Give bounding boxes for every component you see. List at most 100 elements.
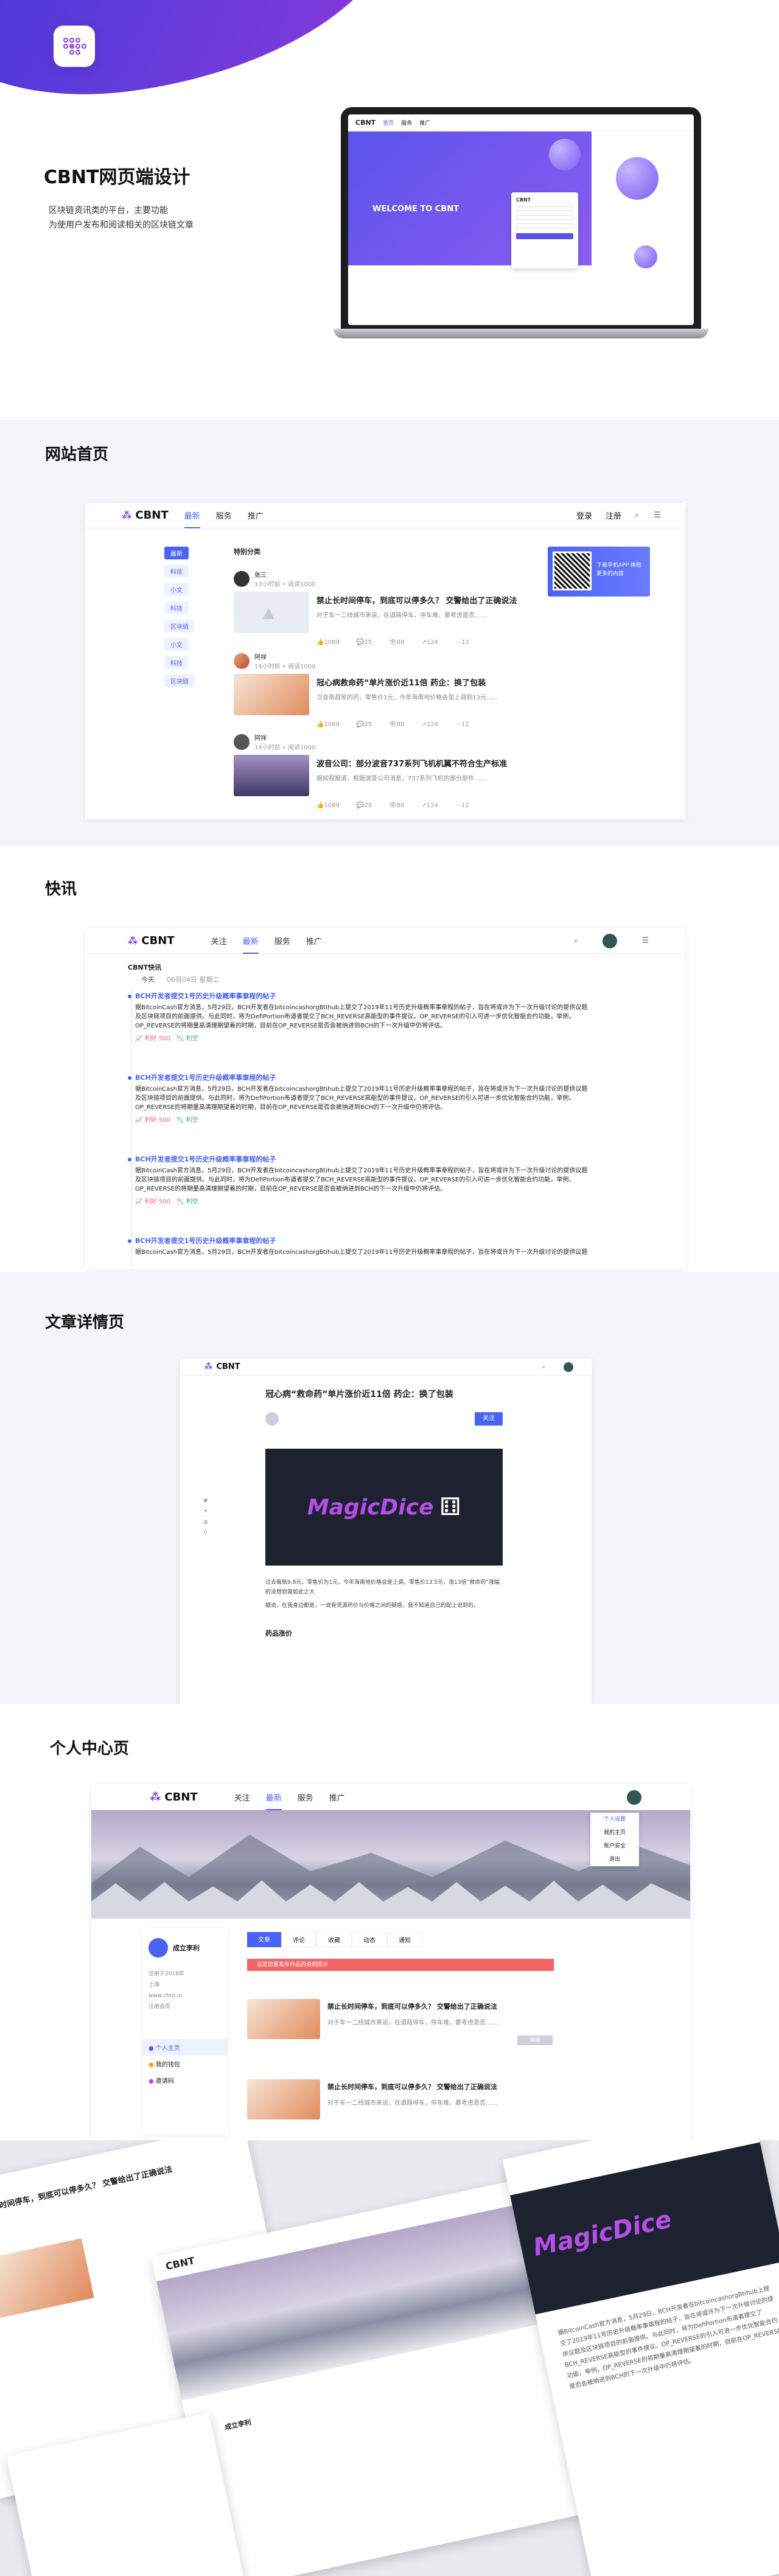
share-count[interactable]: ↗124 [422, 802, 438, 809]
login-field[interactable] [516, 206, 573, 211]
category-tag[interactable]: 科技 [164, 656, 189, 669]
article-card[interactable]: 阿祥 14小时前 • 阅读1000 波音公司：部分波音737系列飞机机翼不符合生产… [234, 733, 538, 809]
share-twitter-icon[interactable]: ✦ [203, 1506, 208, 1517]
login-field[interactable] [516, 223, 573, 228]
article-title[interactable]: 禁止长时间停车，到底可以停多久？ 交警给出了正确说法 [327, 2082, 553, 2091]
timeline-dot [128, 1076, 131, 1080]
news-body: 据BitcoinCash官方消息，5月29日，BCH开发者在bitcoincas… [135, 1086, 588, 1111]
tab-favorites[interactable]: 收藏 [316, 1932, 352, 1947]
article-card[interactable]: 张三 13小时前 • 阅读1000 ▲ 禁止长时间停车，到底可以停多久？ 交警给出… [234, 570, 538, 646]
bearish-button[interactable]: 📉 利空 [176, 1199, 198, 1205]
search-icon[interactable]: ⌕ [542, 1364, 545, 1370]
news-item[interactable]: BCH开发者提交1号历史升级概率事章程的帖子 据BitcoinCash官方消息，… [128, 1236, 590, 1258]
dropdown-item[interactable]: 我的主页 [590, 1826, 639, 1839]
menu-item-home[interactable]: ● 个人主页 [142, 2039, 228, 2056]
news-title[interactable]: BCH开发者提交1号历史升级概率事章程的帖子 [135, 1237, 276, 1245]
login-button[interactable] [516, 233, 573, 239]
share-weibo-icon[interactable]: ◍ [203, 1517, 208, 1528]
news-item[interactable]: BCH开发者提交1号历史升级概率事章程的帖子 据BitcoinCash官方消息，… [128, 1155, 590, 1206]
dropdown-item[interactable]: 个人设置 [590, 1813, 639, 1826]
comment-count[interactable]: 💬25 [357, 721, 372, 728]
like-count[interactable]: 👍1089 [316, 639, 340, 646]
article-title[interactable]: 波音公司：部分波音737系列飞机机翼不符合生产标准 [316, 757, 536, 769]
follow-button[interactable]: 关注 [475, 1412, 503, 1426]
banner-text: MagicDice [307, 1494, 434, 1520]
share-count[interactable]: ↗124 [422, 639, 438, 646]
menu-icon[interactable]: ☰ [641, 936, 649, 945]
like-count[interactable]: 👍1089 [316, 721, 340, 728]
news-title[interactable]: BCH开发者提交1号历史升级概率事章程的帖子 [135, 992, 276, 1000]
nav-item-promo[interactable]: 推广 [306, 935, 322, 947]
nav-item-promo[interactable]: 推广 [248, 509, 264, 521]
nav-item-latest[interactable]: 最新 [184, 509, 200, 528]
category-tag[interactable]: 最新 [164, 547, 189, 559]
laptop-brand: CBNT [355, 119, 376, 127]
brand-mark-icon: ⁂ [122, 509, 132, 521]
nav-item-follow[interactable]: 关注 [211, 935, 227, 947]
more-count[interactable]: ⋯12 [455, 639, 469, 646]
bullish-button[interactable]: 📈 利好 500 [135, 1199, 170, 1205]
article-title[interactable]: 禁止长时间停车，到底可以停多久？ 交警给出了正确说法 [327, 2001, 553, 2011]
menu-icon[interactable]: ☰ [654, 511, 661, 520]
nav-item-service[interactable]: 服务 [298, 1791, 313, 1803]
more-count[interactable]: ⋯12 [455, 802, 469, 809]
nav-item-service[interactable]: 服务 [274, 935, 290, 947]
more-count[interactable]: ⋯12 [455, 721, 469, 728]
share-link-icon[interactable]: ⚲ [203, 1528, 208, 1539]
category-tag[interactable]: 科技 [164, 601, 189, 614]
tab-comments[interactable]: 评论 [281, 1932, 316, 1947]
avatar[interactable] [603, 933, 618, 948]
nav-item-service[interactable]: 服务 [216, 509, 232, 521]
news-item[interactable]: BCH开发者提交1号历史升级概率事章程的帖子 据BitcoinCash官方消息，… [128, 1073, 590, 1125]
laptop-nav-item[interactable]: 服务 [401, 119, 412, 127]
article-card[interactable]: 阿祥 14小时前 • 阅读1000 冠心病救命药“单片涨价近11倍 药企：换了包装… [234, 652, 538, 728]
dropdown-item[interactable]: 账户安全 [590, 1839, 639, 1853]
laptop-nav-item[interactable]: 推广 [419, 119, 430, 127]
article-title: 冠心病“救命药”单片涨价近11倍 药企：换了包装 [265, 1390, 453, 1399]
category-tag[interactable]: 小文 [164, 583, 189, 596]
decor-orb [634, 245, 657, 268]
article-title[interactable]: 禁止长时间停车，到底可以停多久？ 交警给出了正确说法 [316, 594, 536, 606]
category-tag[interactable]: 小文 [164, 638, 189, 651]
bearish-button[interactable]: 📉 利空 [176, 1117, 198, 1124]
login-field[interactable] [516, 215, 573, 220]
avatar[interactable] [627, 1790, 641, 1805]
edit-button[interactable]: 编辑 [517, 2035, 553, 2045]
category-tag[interactable]: 区块链 [164, 674, 195, 687]
category-tag[interactable]: 科技 [164, 565, 189, 578]
category-tag[interactable]: 区块链 [164, 620, 195, 632]
app-download-banner[interactable]: 下载手机APP 体验更多的内容 [548, 547, 650, 597]
search-icon[interactable]: ⌕ [574, 936, 578, 945]
bullish-button[interactable]: 📈 利好 500 [135, 1117, 170, 1124]
tab-activity[interactable]: 动态 [352, 1932, 387, 1947]
news-title[interactable]: BCH开发者提交1号历史升级概率事章程的帖子 [135, 1074, 276, 1082]
bearish-button[interactable]: 📉 利空 [176, 1035, 198, 1042]
tab-articles[interactable]: 文章 [247, 1932, 281, 1947]
share-count[interactable]: ↗124 [422, 721, 438, 728]
article-body: 过去每瓶9.8元，零售价为1元，今年海南地价格会是上调，零售价13.5元，涨13… [265, 1578, 504, 1639]
avatar[interactable] [564, 1362, 573, 1372]
design-showcase-page: CBNT网页端设计 区块链资讯类的平台，主要功能 为使用户发布和阅读相关的区块链… [0, 0, 779, 2576]
home-page-mock: ⁂ CBNT 最新 服务 推广 登录 注册 ⌕ ☰ 最新 科技 小文 科技 区块… [85, 503, 685, 819]
news-body: 据BitcoinCash官方消息，5月29日，BCH开发者在bitcoincas… [135, 1004, 588, 1029]
tab-notifications[interactable]: 通知 [387, 1932, 422, 1947]
nav-item-promo[interactable]: 推广 [329, 1791, 345, 1803]
nav-item-latest[interactable]: 最新 [242, 935, 259, 954]
comment-count[interactable]: 💬25 [357, 802, 372, 809]
comment-count[interactable]: 💬25 [357, 639, 372, 646]
bullish-button[interactable]: 📈 利好 500 [135, 1035, 170, 1042]
news-item[interactable]: BCH开发者提交1号历史升级概率事章程的帖子 据BitcoinCash官方消息，… [128, 992, 590, 1043]
register-link[interactable]: 注册 [606, 509, 621, 521]
like-count[interactable]: 👍1089 [316, 802, 340, 809]
nav-item-latest[interactable]: 最新 [265, 1791, 282, 1810]
login-link[interactable]: 登录 [576, 509, 592, 521]
dropdown-item[interactable]: 退出 [590, 1853, 639, 1866]
nav-item-follow[interactable]: 关注 [234, 1791, 250, 1803]
share-wechat-icon[interactable]: ◉ [203, 1495, 208, 1506]
search-icon[interactable]: ⌕ [635, 511, 639, 520]
news-title[interactable]: BCH开发者提交1号历史升级概率事章程的帖子 [135, 1155, 276, 1163]
menu-item-invite[interactable]: ● 邀请码 [142, 2072, 228, 2088]
menu-item-wallet[interactable]: ● 我的钱包 [142, 2056, 228, 2072]
article-title[interactable]: 冠心病救命药“单片涨价近11倍 药企：换了包装 [316, 676, 536, 688]
laptop-nav-item[interactable]: 首页 [383, 119, 394, 127]
